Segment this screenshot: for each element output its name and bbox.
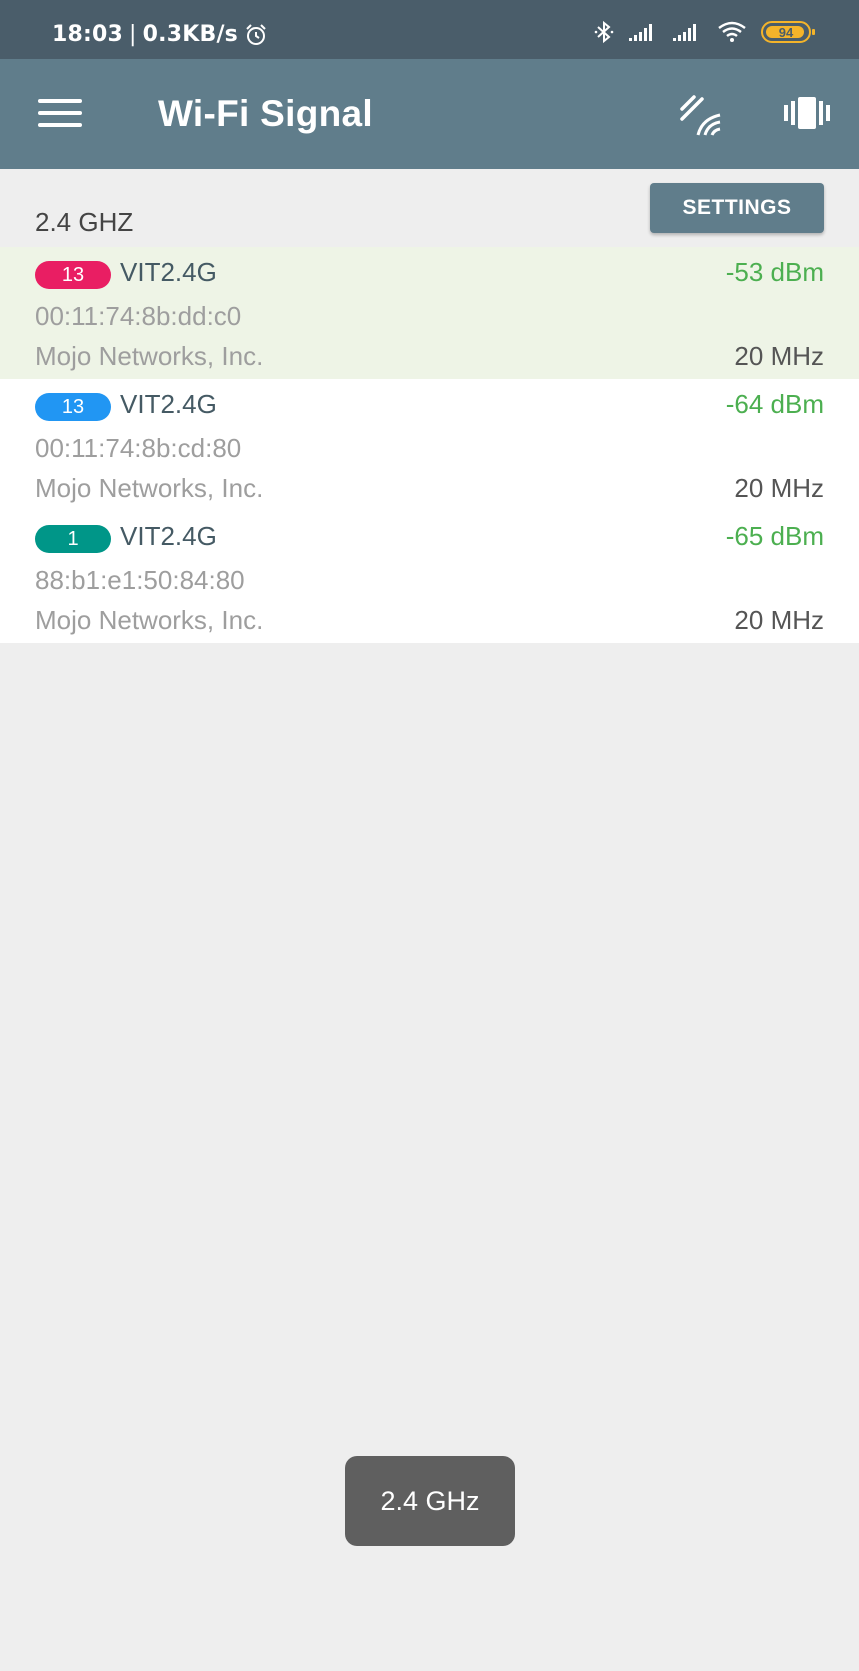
network-row[interactable]: 13 VIT2.4G -64 dBm 00:11:74:8b:cd:80 Moj…: [0, 379, 859, 511]
battery-icon: 94: [761, 21, 815, 43]
network-bssid: 00:11:74:8b:dd:c0: [35, 301, 242, 331]
signal-icon: [629, 24, 652, 41]
network-rssi: -64 dBm: [725, 389, 824, 419]
hamburger-menu-icon[interactable]: [38, 97, 82, 129]
network-vendor: Mojo Networks, Inc.: [35, 473, 264, 503]
status-bar-right: 94: [593, 20, 815, 44]
network-channel-width: 20 MHz: [734, 605, 824, 635]
channel-badge: 1: [35, 525, 111, 553]
network-ssid: VIT2.4G: [120, 389, 217, 419]
network-rssi: -65 dBm: [725, 521, 824, 551]
network-vendor: Mojo Networks, Inc.: [35, 605, 264, 635]
channel-badge: 13: [35, 261, 111, 289]
app-title: Wi-Fi Signal: [158, 93, 373, 134]
settings-button[interactable]: SETTINGS: [650, 183, 824, 233]
bluetooth-icon: [594, 20, 614, 44]
channel-badge: 13: [35, 393, 111, 421]
network-ssid: VIT2.4G: [120, 521, 217, 551]
band-header: 2.4 GHZ SETTINGS: [0, 169, 859, 247]
alarm-icon: [246, 23, 266, 45]
network-row[interactable]: 1 VIT2.4G -65 dBm 88:b1:e1:50:84:80 Mojo…: [0, 511, 859, 643]
network-channel-width: 20 MHz: [734, 341, 824, 371]
battery-level: 94: [778, 24, 794, 40]
wifi-signal-screen: 18:03 | 0.3KB/s 94 Wi-Fi Signal 2.4 GHZ …: [0, 0, 859, 1671]
network-channel-width: 20 MHz: [734, 473, 824, 503]
network-row[interactable]: 13 VIT2.4G -53 dBm 00:11:74:8b:dd:c0 Moj…: [0, 247, 859, 379]
wifi-icon: [718, 21, 746, 42]
status-net-speed: 0.3KB/s: [142, 22, 238, 47]
network-vendor: Mojo Networks, Inc.: [35, 341, 264, 371]
app-bar: Wi-Fi Signal: [0, 59, 859, 169]
battery-tip: [812, 29, 815, 35]
vibrate-icon[interactable]: [784, 97, 830, 129]
network-bssid: 88:b1:e1:50:84:80: [35, 565, 245, 595]
status-separator: |: [129, 22, 137, 47]
network-bssid: 00:11:74:8b:cd:80: [35, 433, 242, 463]
band-label: 2.4 GHZ: [35, 207, 134, 237]
wifi-signal-icon[interactable]: [678, 93, 724, 137]
status-bar: 18:03 | 0.3KB/s 94: [0, 0, 859, 59]
network-rssi: -53 dBm: [725, 257, 824, 287]
signal-icon: [673, 24, 696, 41]
network-ssid: VIT2.4G: [120, 257, 217, 287]
toast-message: 2.4 GHz: [345, 1456, 515, 1546]
status-bar-left: 18:03 | 0.3KB/s: [52, 22, 268, 47]
status-time: 18:03: [52, 22, 124, 47]
